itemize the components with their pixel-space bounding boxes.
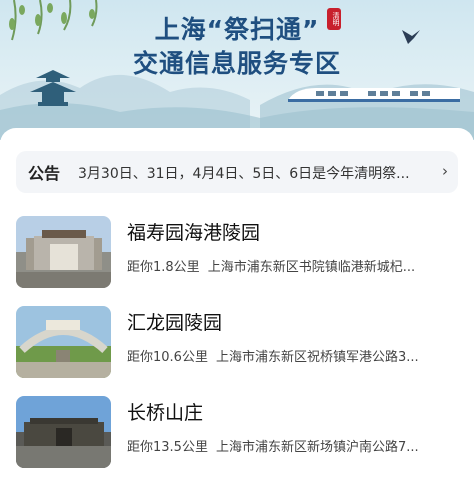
cemetery-distance: 距你1.8公里 [127,260,200,275]
cemetery-thumbnail [16,306,111,378]
cemetery-item[interactable]: 长桥山庄 距你13.5公里 上海市浦东新区新场镇沪南公路7... [16,396,458,470]
notice-bar[interactable]: 公告 3月30日、31日，4月4日、5日、6日是今年清明祭... › [16,151,458,193]
cemetery-name: 汇龙园陵园 [127,312,223,334]
cemetery-info: 距你13.5公里 上海市浦东新区新场镇沪南公路7... [127,436,458,455]
cemetery-address: 上海市浦东新区祝桥镇军港公路3... [215,350,419,365]
cemetery-distance: 距你13.5公里 [127,440,208,455]
chevron-right-icon[interactable]: › [442,162,448,180]
cemetery-thumbnail [16,216,111,288]
banner-title-line1: 上海“祭扫通” [154,15,320,44]
cemetery-distance: 距你10.6公里 [127,350,208,365]
content-card: 公告 3月30日、31日，4月4日、5日、6日是今年清明祭... › 福寿园海港… [0,128,474,478]
cemetery-info: 距你10.6公里 上海市浦东新区祝桥镇军港公路3... [127,346,458,365]
banner-title-line2: 交通信息服务专区 [132,49,341,78]
notice-badge: 公告 [28,160,61,184]
cemetery-info: 距你1.8公里 上海市浦东新区书院镇临港新城杞... [127,256,458,275]
banner: 上海“祭扫通” 清明 交通信息服务专区 [0,0,474,140]
cemetery-thumbnail [16,396,111,468]
cemetery-address: 上海市浦东新区新场镇沪南公路7... [215,440,419,455]
cemetery-name: 长桥山庄 [127,402,204,424]
cemetery-item[interactable]: 福寿园海港陵园 距你1.8公里 上海市浦东新区书院镇临港新城杞... [16,216,458,290]
cemetery-name: 福寿园海港陵园 [127,222,261,244]
cemetery-item[interactable]: 汇龙园陵园 距你10.6公里 上海市浦东新区祝桥镇军港公路3... [16,306,458,380]
qingming-seal: 清明 [327,8,341,30]
notice-text: 3月30日、31日，4月4日、5日、6日是今年清明祭... [78,166,410,182]
cemetery-address: 上海市浦东新区书院镇临港新城杞... [207,260,416,275]
